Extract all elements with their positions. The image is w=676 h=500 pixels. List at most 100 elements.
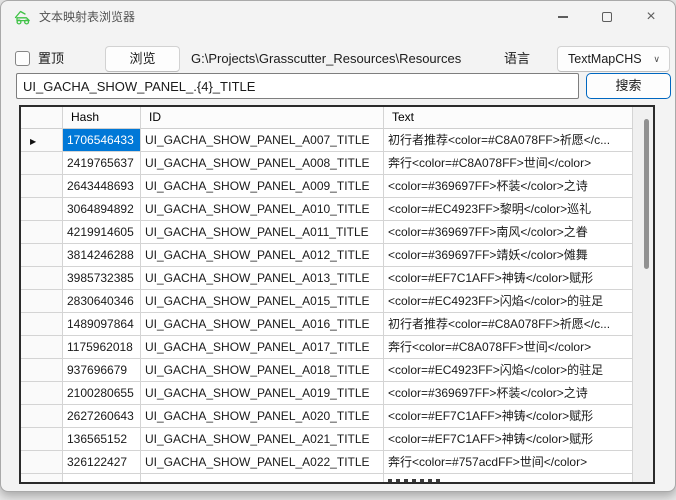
table-row[interactable]: 1489097864UI_GACHA_SHOW_PANEL_A016_TITLE… [21,313,633,336]
row-header-cell[interactable] [21,267,63,290]
hash-cell[interactable]: 2419765637 [63,152,141,175]
row-header-cell[interactable] [21,221,63,244]
hash-cell[interactable]: 1489097864 [63,313,141,336]
row-header-cell[interactable] [21,405,63,428]
row-header-cell[interactable] [21,175,63,198]
id-cell[interactable]: UI_GACHA_SHOW_PANEL_A019_TITLE [141,382,384,405]
browse-button[interactable]: 浏览 [105,46,180,72]
id-cell[interactable]: UI_GACHA_SHOW_PANEL_A018_TITLE [141,359,384,382]
text-cell[interactable]: <color=#EF7C1AFF>神铸</color>赋形 [384,267,633,290]
table-row[interactable]: 2643448693UI_GACHA_SHOW_PANEL_A009_TITLE… [21,175,633,198]
pin-on-top-checkbox[interactable] [15,51,30,66]
minimize-button[interactable] [541,2,585,32]
search-button[interactable]: 搜索 [586,73,671,99]
hash-cell[interactable]: 3985732385 [63,267,141,290]
hash-cell[interactable]: 937696679 [63,359,141,382]
table-row[interactable]: 3814246288UI_GACHA_SHOW_PANEL_A012_TITLE… [21,244,633,267]
language-selected-value: TextMapCHS [568,52,642,66]
close-button[interactable]: × [629,2,673,32]
table-row[interactable]: 2627260643UI_GACHA_SHOW_PANEL_A020_TITLE… [21,405,633,428]
hash-cell[interactable]: 136565152 [63,428,141,451]
text-cell[interactable]: <color=#EF7C1AFF>神铸</color>赋形 [384,405,633,428]
column-header-text[interactable]: Text [384,107,633,129]
hash-cell[interactable]: 2643448693 [63,175,141,198]
row-header-cell[interactable] [21,382,63,405]
hash-cell[interactable]: 4219914605 [63,221,141,244]
column-header-hash[interactable]: Hash [63,107,141,129]
scrollbar-thumb[interactable] [644,119,649,269]
vertical-scrollbar[interactable] [633,107,653,482]
hash-cell[interactable]: 3064894892 [63,198,141,221]
table-row[interactable]: 4219914605UI_GACHA_SHOW_PANEL_A011_TITLE… [21,221,633,244]
language-select[interactable]: TextMapCHS ∨ [557,46,670,72]
id-cell[interactable]: UI_GACHA_SHOW_PANEL_A022_TITLE [141,451,384,474]
row-header-cell[interactable] [21,313,63,336]
row-header-cell[interactable]: ▶ [21,129,63,152]
id-cell[interactable]: UI_GACHA_SHOW_PANEL_A020_TITLE [141,405,384,428]
text-cell[interactable]: <color=#369697FF>杯装</color>之诗 [384,175,633,198]
row-header-cell[interactable] [21,244,63,267]
text-cell[interactable]: 奔行<color=#C8A078FF>世间</color> [384,152,633,175]
hash-cell[interactable]: 2830640346 [63,290,141,313]
id-cell[interactable]: UI_GACHA_SHOW_PANEL_A016_TITLE [141,313,384,336]
row-header-cell[interactable] [21,474,63,482]
id-cell[interactable]: UI_GACHA_SHOW_PANEL_A008_TITLE [141,152,384,175]
table-row[interactable]: 326122427UI_GACHA_SHOW_PANEL_A022_TITLE奔… [21,451,633,474]
id-cell[interactable] [141,474,384,482]
row-header-cell[interactable] [21,290,63,313]
text-cell[interactable]: <color=#EC4923FF>闪焰</color>的驻足 [384,290,633,313]
text-cell[interactable]: <color=#EF7C1AFF>神铸</color>赋形 [384,428,633,451]
table-row[interactable]: 3064894892UI_GACHA_SHOW_PANEL_A010_TITLE… [21,198,633,221]
id-cell[interactable]: UI_GACHA_SHOW_PANEL_A015_TITLE [141,290,384,313]
text-cell[interactable]: 奔行<color=#757acdFF>世间</color> [384,451,633,474]
app-window: 文本映射表浏览器 × 置顶 浏览 G:\Projects\Grasscutter… [0,0,676,492]
text-cell[interactable]: 奔行<color=#C8A078FF>世间</color> [384,336,633,359]
hash-cell[interactable] [63,474,141,482]
text-cell[interactable]: <color=#EC4923FF>闪焰</color>的驻足 [384,359,633,382]
text-cell[interactable]: <color=#369697FF>南风</color>之眷 [384,221,633,244]
grid-corner-header[interactable] [21,107,63,129]
id-cell[interactable]: UI_GACHA_SHOW_PANEL_A011_TITLE [141,221,384,244]
hash-cell[interactable]: 2627260643 [63,405,141,428]
id-cell[interactable]: UI_GACHA_SHOW_PANEL_A010_TITLE [141,198,384,221]
row-header-cell[interactable] [21,428,63,451]
id-cell[interactable]: UI_GACHA_SHOW_PANEL_A017_TITLE [141,336,384,359]
id-cell[interactable]: UI_GACHA_SHOW_PANEL_A013_TITLE [141,267,384,290]
id-cell[interactable]: UI_GACHA_SHOW_PANEL_A009_TITLE [141,175,384,198]
row-header-cell[interactable] [21,359,63,382]
id-cell[interactable]: UI_GACHA_SHOW_PANEL_A007_TITLE [141,129,384,152]
table-row[interactable]: 136565152UI_GACHA_SHOW_PANEL_A021_TITLE<… [21,428,633,451]
table-row[interactable]: ▶1706546433UI_GACHA_SHOW_PANEL_A007_TITL… [21,129,633,152]
row-header-cell[interactable] [21,152,63,175]
maximize-button[interactable] [585,2,629,32]
id-cell[interactable]: UI_GACHA_SHOW_PANEL_A021_TITLE [141,428,384,451]
hash-cell[interactable]: 2100280655 [63,382,141,405]
text-cell[interactable]: <color=#369697FF>杯装</color>之诗 [384,382,633,405]
table-row[interactable]: 2100280655UI_GACHA_SHOW_PANEL_A019_TITLE… [21,382,633,405]
row-header-cell[interactable] [21,198,63,221]
id-cell[interactable]: UI_GACHA_SHOW_PANEL_A012_TITLE [141,244,384,267]
row-header-cell[interactable] [21,451,63,474]
table-row[interactable]: 937696679UI_GACHA_SHOW_PANEL_A018_TITLE<… [21,359,633,382]
hash-cell[interactable]: 3814246288 [63,244,141,267]
text-cell[interactable]: <color=#EC4923FF>黎明</color>巡礼 [384,198,633,221]
table-row[interactable]: 1175962018UI_GACHA_SHOW_PANEL_A017_TITLE… [21,336,633,359]
partial-row [21,474,633,482]
titlebar[interactable]: 文本映射表浏览器 × [1,1,675,33]
search-input[interactable] [16,73,579,99]
text-cell[interactable]: 初行者推荐<color=#C8A078FF>祈愿</c... [384,129,633,152]
partial-row-text-sliver [388,479,443,482]
pin-on-top-label: 置顶 [38,46,64,71]
table-row[interactable]: 2830640346UI_GACHA_SHOW_PANEL_A015_TITLE… [21,290,633,313]
text-cell[interactable]: 初行者推荐<color=#C8A078FF>祈愿</c... [384,313,633,336]
hash-cell[interactable]: 1706546433 [63,129,141,152]
row-header-cell[interactable] [21,336,63,359]
table-row[interactable]: 2419765637UI_GACHA_SHOW_PANEL_A008_TITLE… [21,152,633,175]
hash-cell[interactable]: 1175962018 [63,336,141,359]
text-cell[interactable] [384,474,633,482]
text-cell[interactable]: <color=#369697FF>靖妖</color>傩舞 [384,244,633,267]
table-row[interactable]: 3985732385UI_GACHA_SHOW_PANEL_A013_TITLE… [21,267,633,290]
close-icon: × [646,9,655,25]
column-header-id[interactable]: ID [141,107,384,129]
hash-cell[interactable]: 326122427 [63,451,141,474]
